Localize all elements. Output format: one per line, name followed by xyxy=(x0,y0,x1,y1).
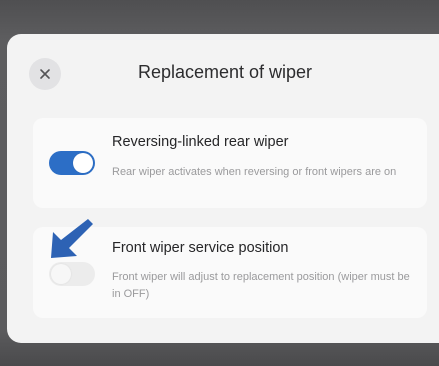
rear-wiper-toggle[interactable] xyxy=(49,151,95,175)
toggle-knob xyxy=(51,264,71,284)
setting-title: Reversing-linked rear wiper xyxy=(112,134,289,150)
wiper-replacement-dialog: Replacement of wiper Reversing-linked re… xyxy=(7,34,439,343)
setting-title: Front wiper service position xyxy=(112,240,289,256)
setting-description: Front wiper will adjust to replacement p… xyxy=(112,271,410,300)
front-wiper-service-toggle[interactable] xyxy=(49,262,95,286)
setting-card-rear-wiper: Reversing-linked rear wiper Rear wiper a… xyxy=(33,118,427,208)
dialog-title: Replacement of wiper xyxy=(137,62,313,82)
setting-description: Rear wiper activates when reversing or f… xyxy=(112,166,397,178)
toggle-knob xyxy=(73,153,93,173)
arrow-pointer-icon xyxy=(51,219,93,258)
